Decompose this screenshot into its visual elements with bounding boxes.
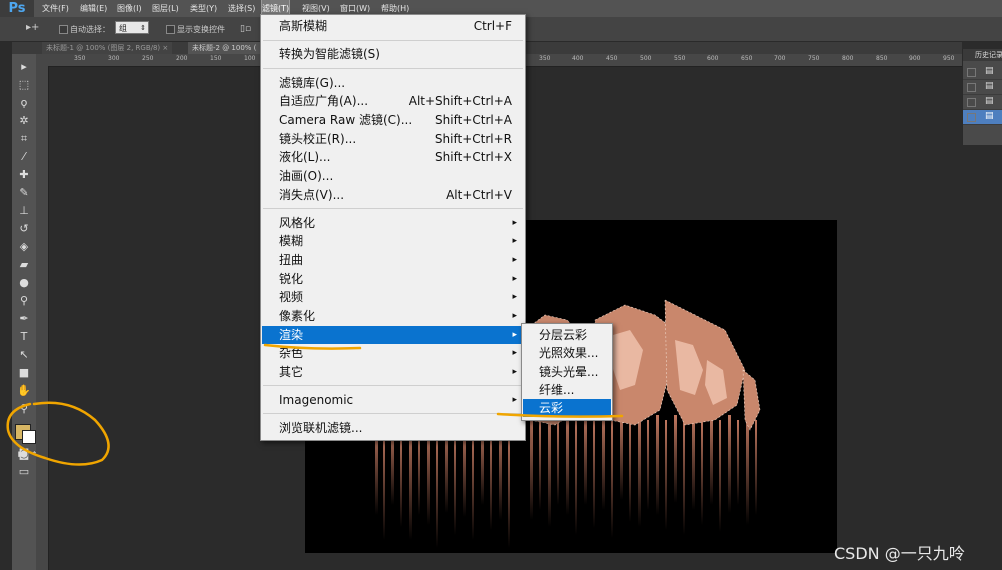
annotation-overlay	[6, 343, 624, 466]
circle-annotation	[6, 401, 110, 466]
watermark: CSDN @一只九呤	[834, 544, 965, 563]
underline-annotation	[263, 343, 362, 350]
underline-annotation	[496, 412, 624, 418]
